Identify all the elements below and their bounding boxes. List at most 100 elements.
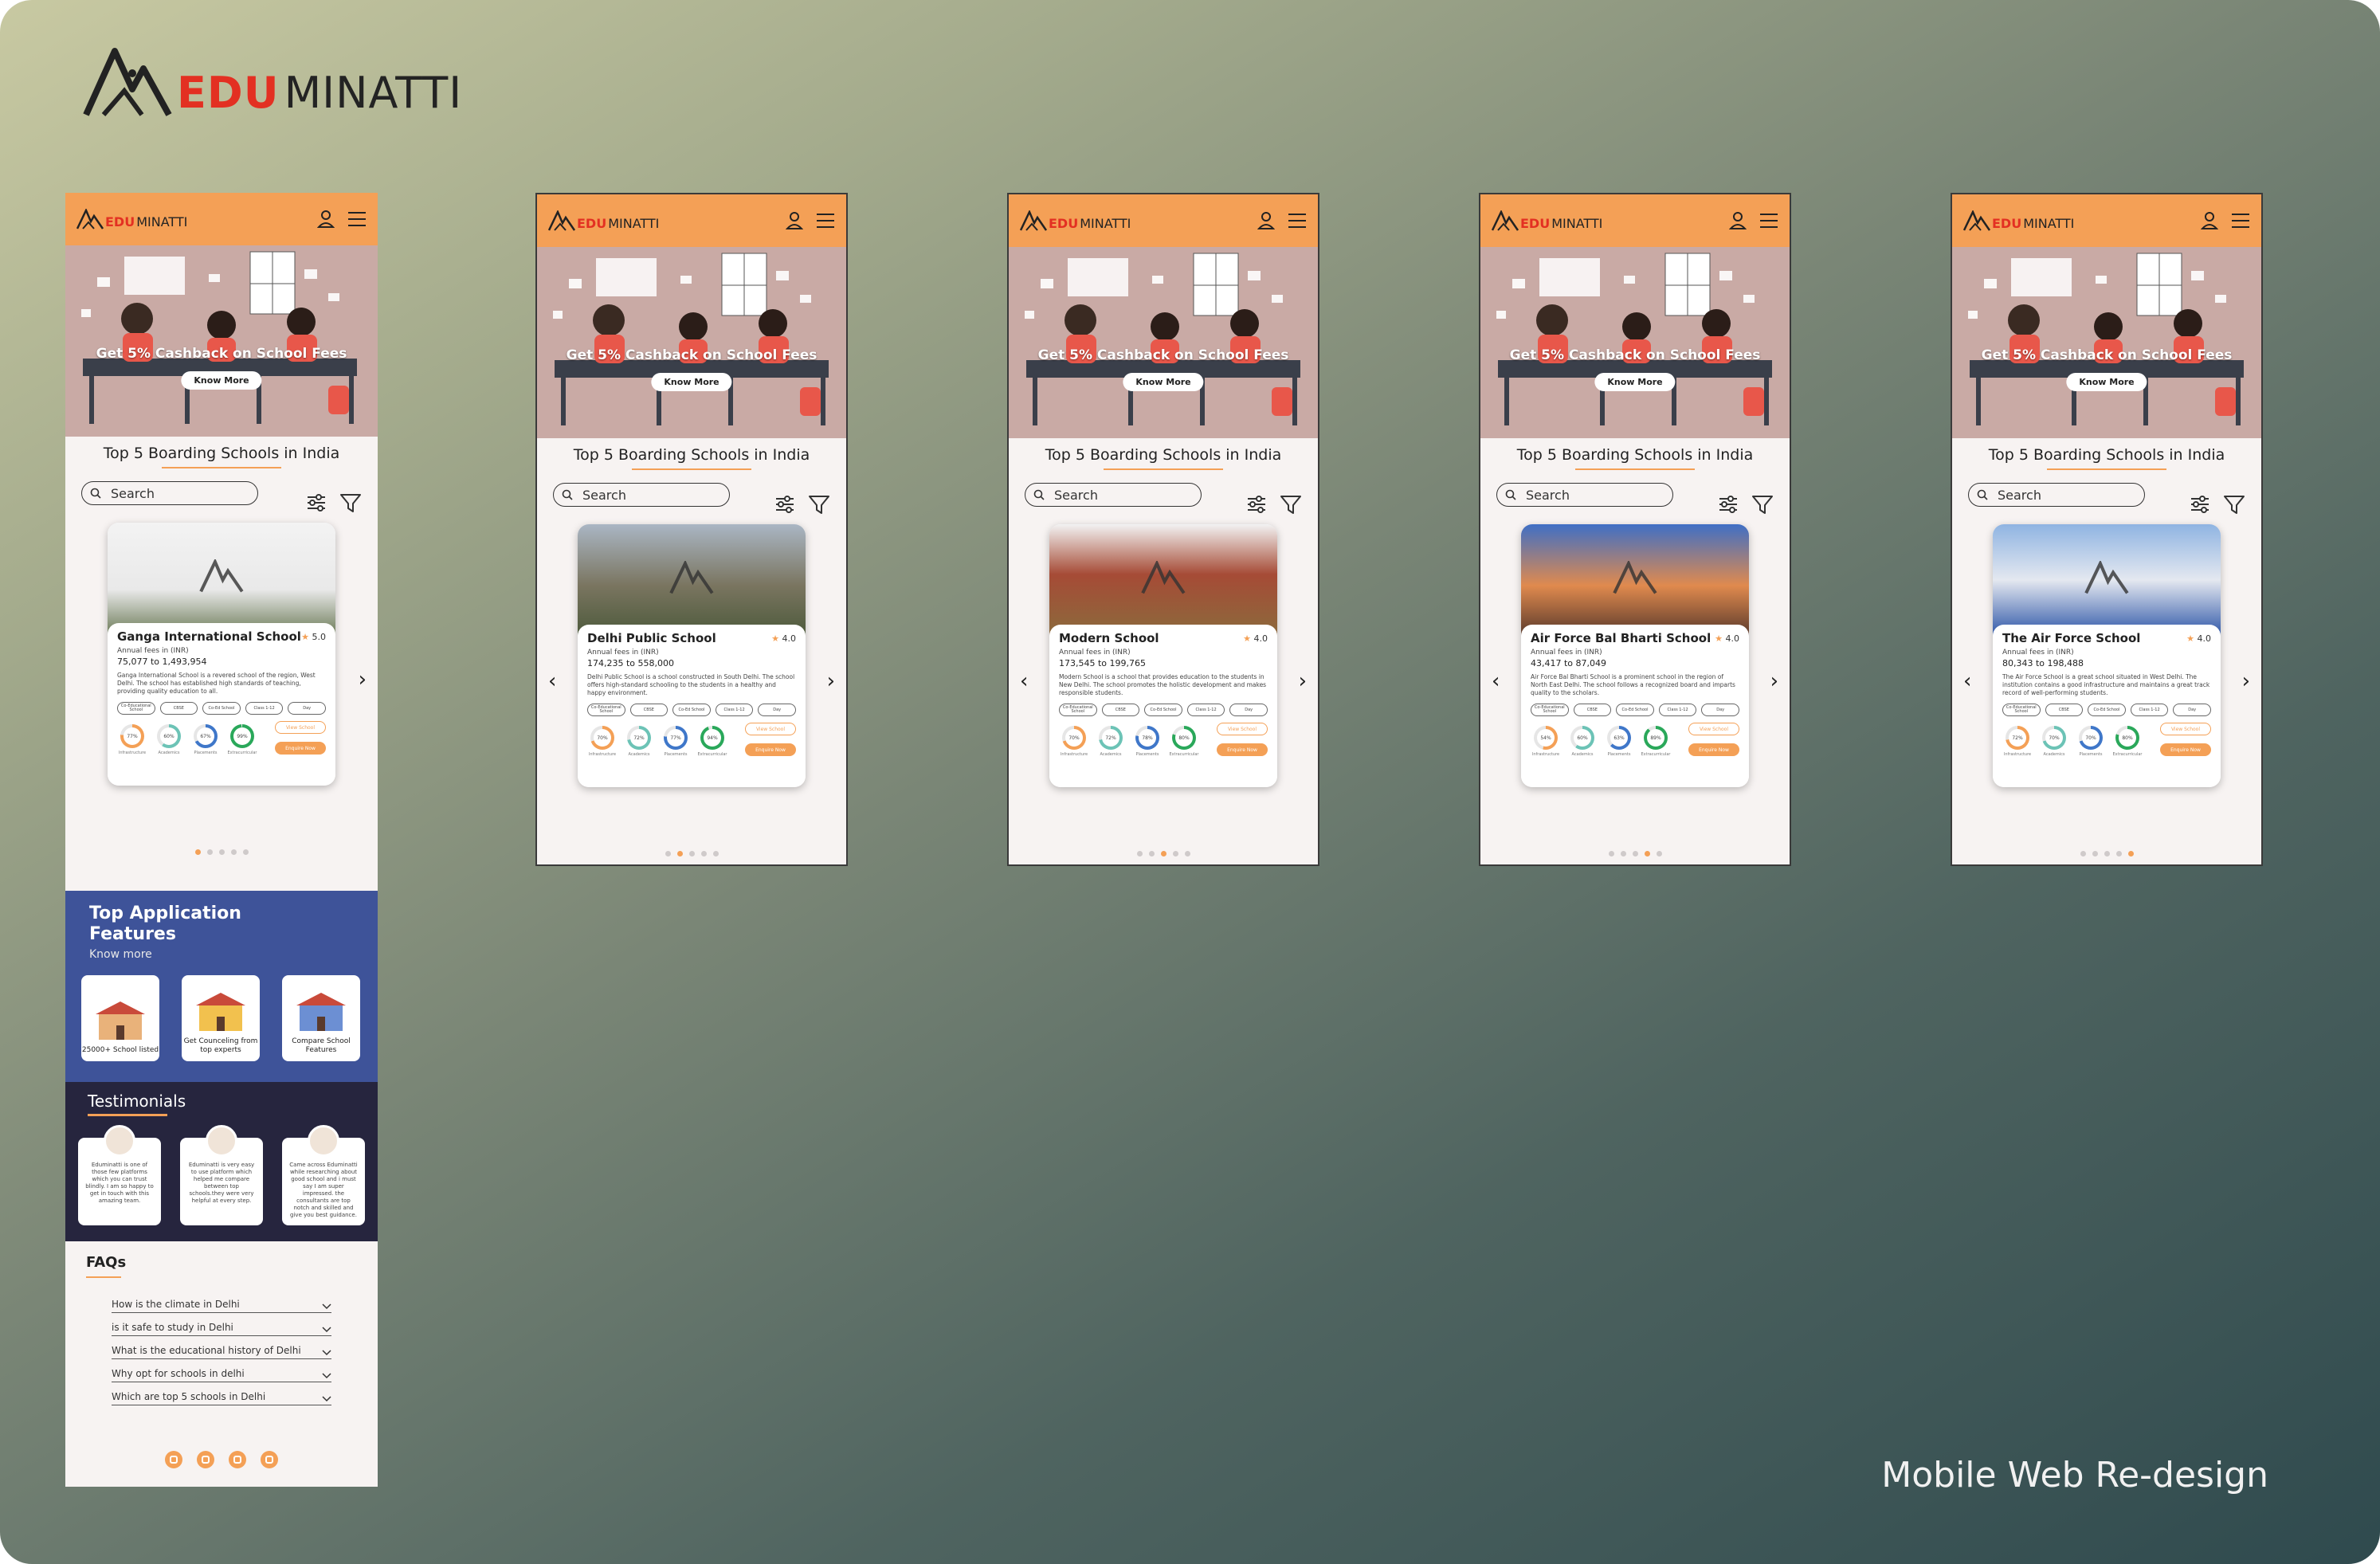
- header-logo[interactable]: EDU MINATTI: [548, 210, 659, 231]
- view-school-button[interactable]: View School: [745, 723, 796, 735]
- menu-icon[interactable]: [1759, 213, 1778, 229]
- carousel-dot[interactable]: [700, 851, 707, 856]
- school-name[interactable]: Air Force Bal Bharti School: [1531, 631, 1711, 645]
- carousel-dot[interactable]: [1620, 851, 1626, 856]
- filter-icon[interactable]: [1751, 494, 1774, 515]
- next-arrow-icon[interactable]: ›: [359, 668, 367, 692]
- features-know-more-link[interactable]: Know more: [89, 948, 152, 961]
- carousel-dot[interactable]: [1632, 851, 1638, 856]
- user-icon[interactable]: [317, 210, 335, 229]
- feature-card[interactable]: Compare School Features: [282, 975, 360, 1061]
- sliders-icon[interactable]: [2190, 494, 2210, 515]
- view-school-button[interactable]: View School: [1688, 723, 1739, 735]
- search-input[interactable]: Search: [81, 481, 258, 505]
- carousel-dot[interactable]: [2115, 851, 2122, 856]
- know-more-button[interactable]: Know More: [1123, 373, 1204, 391]
- carousel-dot[interactable]: [1656, 851, 1662, 856]
- menu-icon[interactable]: [816, 213, 835, 229]
- filter-icon[interactable]: [1280, 494, 1302, 515]
- user-icon[interactable]: [786, 211, 803, 230]
- school-name[interactable]: Delhi Public School: [587, 631, 716, 645]
- carousel-dot[interactable]: [2080, 851, 2086, 856]
- facebook-icon[interactable]: [164, 1450, 183, 1469]
- prev-arrow-icon[interactable]: ‹: [548, 669, 556, 693]
- filter-icon[interactable]: [2223, 494, 2245, 515]
- carousel-dot[interactable]: [1184, 851, 1190, 856]
- carousel-dot[interactable]: [206, 849, 213, 855]
- carousel-dot[interactable]: [2092, 851, 2098, 856]
- school-card[interactable]: Delhi Public School ★ 4.0 Annual fees in…: [578, 524, 806, 787]
- prev-arrow-icon[interactable]: ‹: [1963, 669, 1971, 693]
- carousel-dot[interactable]: [1172, 851, 1178, 856]
- sliders-icon[interactable]: [1718, 494, 1739, 515]
- header-logo[interactable]: EDU MINATTI: [76, 209, 187, 229]
- school-card[interactable]: Air Force Bal Bharti School ★ 4.0 Annual…: [1521, 524, 1749, 787]
- view-school-button[interactable]: View School: [1217, 723, 1268, 735]
- school-name[interactable]: Ganga International School: [117, 629, 301, 644]
- next-arrow-icon[interactable]: ›: [1299, 669, 1307, 693]
- view-school-button[interactable]: View School: [2160, 723, 2211, 735]
- enquire-now-button[interactable]: Enquire Now: [1217, 743, 1268, 756]
- menu-icon[interactable]: [347, 211, 367, 227]
- school-card[interactable]: The Air Force School ★ 4.0 Annual fees i…: [1993, 524, 2221, 787]
- menu-icon[interactable]: [1288, 213, 1307, 229]
- enquire-now-button[interactable]: Enquire Now: [275, 742, 326, 755]
- carousel-dot[interactable]: [676, 851, 683, 856]
- search-input[interactable]: Search: [1025, 483, 1202, 507]
- know-more-button[interactable]: Know More: [1594, 373, 1676, 391]
- feature-card[interactable]: Get Counceling from top experts: [182, 975, 260, 1061]
- faq-item[interactable]: Why opt for schools in delhi: [112, 1360, 331, 1382]
- carousel-dot[interactable]: [1148, 851, 1155, 856]
- next-arrow-icon[interactable]: ›: [1770, 669, 1778, 693]
- next-arrow-icon[interactable]: ›: [827, 669, 835, 693]
- user-icon[interactable]: [2201, 211, 2218, 230]
- header-logo[interactable]: EDU MINATTI: [1020, 210, 1131, 231]
- feature-card[interactable]: 25000+ School listed: [81, 975, 159, 1061]
- header-logo[interactable]: EDU MINATTI: [1963, 210, 2074, 231]
- faq-item[interactable]: How is the climate in Delhi: [112, 1291, 331, 1313]
- school-name[interactable]: The Air Force School: [2002, 631, 2140, 645]
- twitter-icon[interactable]: [228, 1450, 247, 1469]
- school-card[interactable]: Ganga International School ★ 5.0 Annual …: [108, 523, 335, 786]
- menu-icon[interactable]: [2231, 213, 2250, 229]
- carousel-dot[interactable]: [1160, 851, 1166, 856]
- carousel-dot[interactable]: [218, 849, 225, 855]
- user-icon[interactable]: [1729, 211, 1747, 230]
- youtube-icon[interactable]: [260, 1450, 279, 1469]
- faq-item[interactable]: What is the educational history of Delhi: [112, 1337, 331, 1359]
- search-input[interactable]: Search: [1496, 483, 1673, 507]
- enquire-now-button[interactable]: Enquire Now: [745, 743, 796, 756]
- search-input[interactable]: Search: [1968, 483, 2145, 507]
- sliders-icon[interactable]: [1246, 494, 1267, 515]
- faq-item[interactable]: is it safe to study in Delhi: [112, 1314, 331, 1336]
- carousel-dot[interactable]: [194, 849, 201, 855]
- carousel-dot[interactable]: [2127, 851, 2134, 856]
- carousel-dot[interactable]: [2104, 851, 2110, 856]
- enquire-now-button[interactable]: Enquire Now: [1688, 743, 1739, 756]
- instagram-icon[interactable]: [196, 1450, 215, 1469]
- header-logo[interactable]: EDU MINATTI: [1492, 210, 1602, 231]
- prev-arrow-icon[interactable]: ‹: [1020, 669, 1028, 693]
- user-icon[interactable]: [1257, 211, 1275, 230]
- school-card[interactable]: Modern School ★ 4.0 Annual fees in (INR)…: [1049, 524, 1277, 787]
- know-more-button[interactable]: Know More: [181, 371, 262, 390]
- carousel-dot[interactable]: [1608, 851, 1614, 856]
- filter-icon[interactable]: [808, 494, 830, 515]
- faq-item[interactable]: Which are top 5 schools in Delhi: [112, 1383, 331, 1405]
- sliders-icon[interactable]: [306, 492, 327, 513]
- know-more-button[interactable]: Know More: [2066, 373, 2147, 391]
- know-more-button[interactable]: Know More: [651, 373, 732, 391]
- sliders-icon[interactable]: [774, 494, 795, 515]
- filter-icon[interactable]: [339, 492, 362, 513]
- carousel-dot[interactable]: [688, 851, 695, 856]
- school-name[interactable]: Modern School: [1059, 631, 1159, 645]
- carousel-dot[interactable]: [230, 849, 237, 855]
- carousel-dot[interactable]: [1644, 851, 1650, 856]
- enquire-now-button[interactable]: Enquire Now: [2160, 743, 2211, 756]
- next-arrow-icon[interactable]: ›: [2242, 669, 2250, 693]
- prev-arrow-icon[interactable]: ‹: [1492, 669, 1500, 693]
- carousel-dot[interactable]: [665, 851, 671, 856]
- carousel-dot[interactable]: [712, 851, 719, 856]
- carousel-dot[interactable]: [242, 849, 249, 855]
- carousel-dot[interactable]: [1136, 851, 1143, 856]
